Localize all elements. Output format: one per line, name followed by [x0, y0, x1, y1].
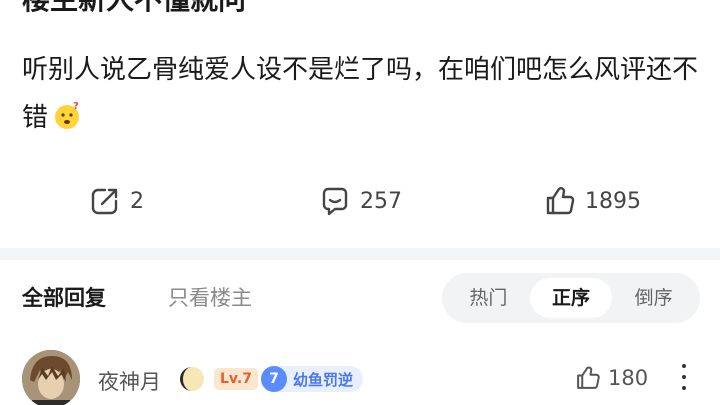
comment-item: 夜神月 Lv.7 7 幼鱼罚逆 180	[0, 346, 720, 405]
post-action-bar: 2 257 1895	[0, 180, 720, 224]
share-icon	[91, 188, 118, 215]
sort-hot[interactable]: 热门	[447, 278, 530, 318]
comment-count: 257	[360, 188, 402, 214]
comment-button[interactable]: 257	[318, 184, 402, 218]
comment-like-count: 180	[608, 366, 649, 390]
tab-all-replies[interactable]: 全部回复	[22, 282, 106, 312]
avatar[interactable]	[22, 350, 80, 405]
comment-like-button[interactable]: 180	[574, 364, 648, 392]
sort-ascending[interactable]: 正序	[529, 278, 613, 318]
reply-filter-bar: 全部回复 只看楼主 热门 正序 倒序	[0, 268, 720, 326]
fan-badge-name: 幼鱼罚逆	[293, 370, 354, 389]
more-options-icon[interactable]	[676, 360, 692, 394]
tab-op-only[interactable]: 只看楼主	[168, 282, 252, 312]
fan-badge: 7 幼鱼罚逆	[261, 366, 364, 392]
thinking-face-emoji-icon: ?	[52, 99, 82, 129]
post-content: 听别人说乙骨纯爱人设不是烂了吗，在咱们吧怎么风评还不错 ?	[22, 46, 702, 142]
like-count: 1895	[585, 188, 641, 214]
svg-text:?: ?	[73, 101, 79, 112]
thumbs-up-icon	[546, 187, 575, 215]
moon-icon	[178, 365, 206, 393]
thumbs-up-icon	[577, 366, 600, 389]
comment-username[interactable]: 夜神月	[98, 366, 161, 396]
post-title: 楼主新人不懂就问	[22, 0, 246, 18]
post-body-text: 听别人说乙骨纯爱人设不是烂了吗，在咱们吧怎么风评还不错	[22, 55, 699, 133]
sort-toggle: 热门 正序 倒序	[442, 273, 700, 323]
sort-descending[interactable]: 倒序	[612, 278, 695, 318]
comment-icon	[322, 187, 348, 216]
like-button[interactable]: 1895	[543, 184, 641, 218]
fan-level-icon: 7	[261, 366, 287, 392]
share-count: 2	[130, 188, 144, 214]
share-button[interactable]: 2	[88, 184, 144, 218]
section-divider	[0, 248, 720, 260]
level-badge: Lv.7	[214, 368, 258, 390]
